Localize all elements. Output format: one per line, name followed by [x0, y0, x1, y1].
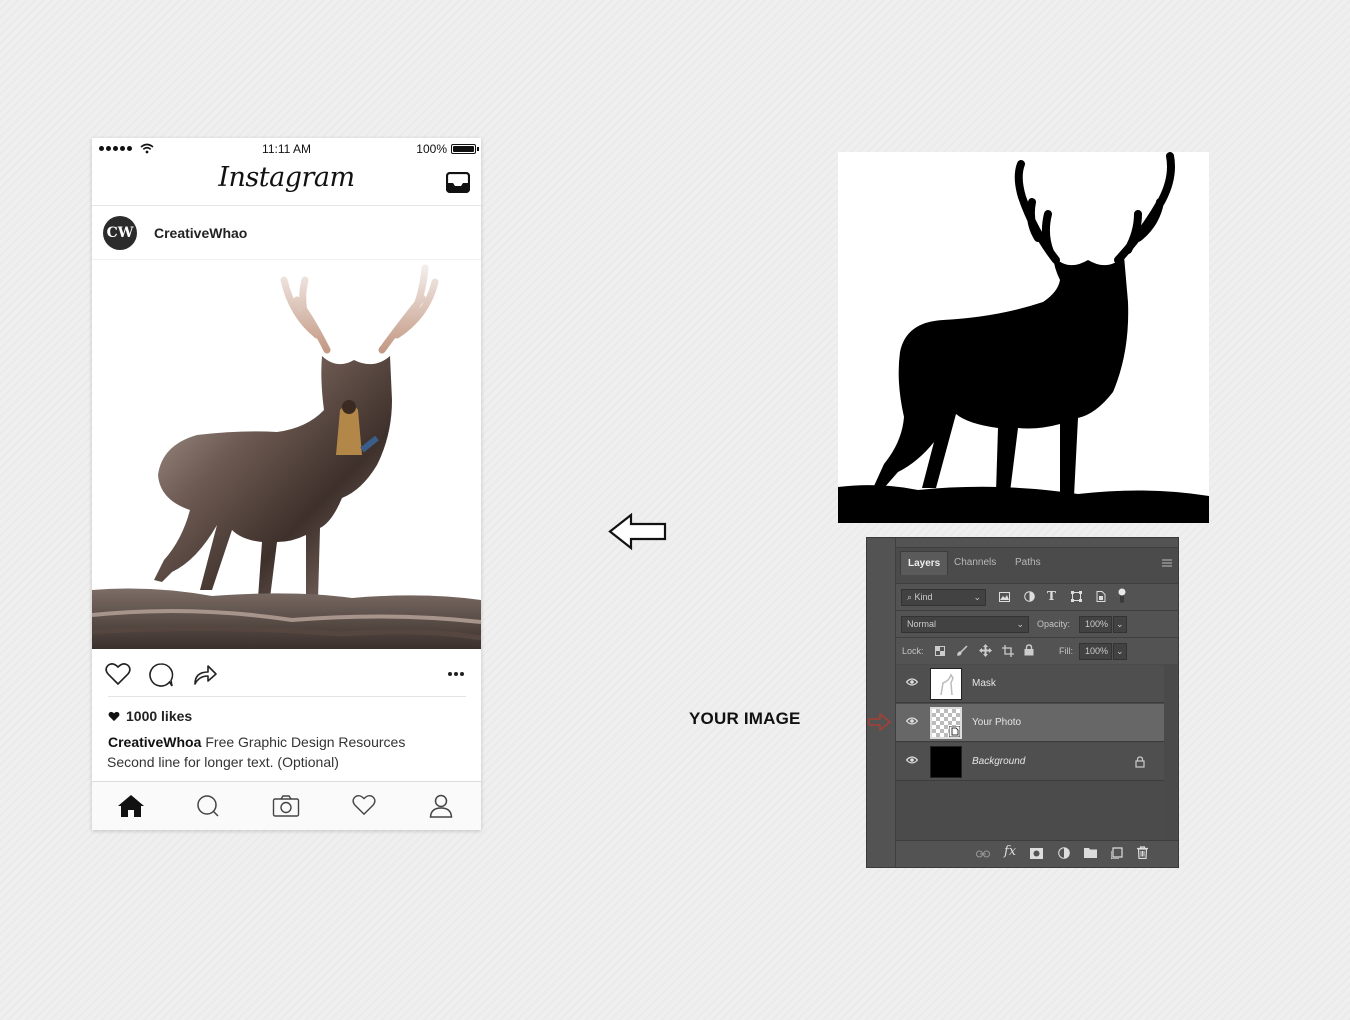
lock-label: Lock: [902, 646, 924, 656]
filter-kind-select[interactable]: ⌕ Kind ⌄ [901, 589, 986, 606]
adjustment-layer-icon[interactable] [1058, 847, 1070, 859]
panel-dock-strip [867, 538, 896, 867]
post-actions [92, 649, 481, 697]
avatar[interactable]: CW [103, 216, 137, 250]
filter-toggle-icon[interactable] [1118, 588, 1126, 604]
new-layer-icon[interactable] [1111, 847, 1123, 859]
layer-row-background[interactable]: Background [896, 743, 1164, 781]
filter-row: ⌕ Kind ⌄ T [896, 583, 1178, 610]
panel-menu-icon[interactable] [1162, 559, 1172, 567]
blend-row: Normal ⌄ Opacity: 100% ⌄ [896, 610, 1178, 637]
smart-object-filter-icon[interactable] [1095, 591, 1106, 602]
layers-panel: Layers Channels Paths ⌕ Kind ⌄ T Normal … [866, 537, 1179, 868]
comment-icon[interactable] [148, 662, 174, 688]
your-image-label: YOUR IMAGE [689, 709, 801, 728]
fill-dropdown-icon[interactable]: ⌄ [1113, 643, 1127, 660]
blend-mode-select[interactable]: Normal ⌄ [901, 616, 1029, 633]
panel-tabs: Layers Channels Paths [896, 551, 1178, 575]
caption: CreativeWhoa Free Graphic Design Resource… [108, 734, 405, 750]
filter-kind-value: Kind [914, 592, 933, 602]
mask-thumbnail [930, 668, 962, 700]
app-header: Instagram [92, 160, 481, 206]
adjustment-filter-icon[interactable] [1024, 591, 1035, 602]
camera-icon[interactable] [272, 794, 300, 818]
opacity-label: Opacity: [1037, 619, 1071, 629]
post-divider [108, 696, 466, 697]
likes-count[interactable]: 1000 likes [108, 708, 192, 724]
fx-icon[interactable]: fx [1004, 844, 1016, 859]
eye-icon[interactable] [906, 756, 918, 764]
lock-artboard-icon[interactable] [1002, 645, 1014, 657]
search-icon[interactable] [196, 794, 220, 818]
background-thumbnail [930, 746, 962, 778]
panel-footer: fx [896, 840, 1178, 867]
fill-input[interactable]: 100% [1079, 643, 1112, 660]
layer-name-your-photo: Your Photo [972, 717, 1022, 728]
home-icon[interactable] [117, 794, 145, 818]
photo-thumbnail [930, 707, 962, 739]
search-icon: ⌕ [907, 592, 915, 602]
blend-mode-value: Normal [907, 619, 937, 629]
fill-label: Fill: [1059, 646, 1073, 656]
opacity-dropdown-icon[interactable]: ⌄ [1113, 616, 1127, 633]
status-bar: 11:11 AM 100% [92, 138, 481, 160]
tab-paths[interactable]: Paths [1008, 551, 1048, 575]
deer-double-exposure-image [92, 264, 481, 649]
battery-icon [451, 144, 479, 154]
likes-text: 1000 likes [126, 708, 193, 724]
activity-heart-icon[interactable] [352, 794, 376, 816]
post-image [92, 260, 481, 649]
app-logo: Instagram [218, 162, 355, 193]
add-mask-icon[interactable] [1030, 848, 1043, 859]
deer-silhouette-image [838, 152, 1209, 523]
post-header: CW CreativeWhao [92, 206, 481, 260]
pointer-arrow-icon [868, 713, 891, 731]
link-icon[interactable] [976, 850, 990, 858]
folder-icon[interactable] [1084, 847, 1097, 858]
battery-percent: 100% [416, 142, 447, 156]
tab-layers[interactable]: Layers [900, 551, 949, 575]
eye-icon[interactable] [906, 678, 918, 686]
lock-icon [1135, 756, 1145, 768]
panel-title-bar [896, 538, 1178, 548]
caption-username[interactable]: CreativeWhoa [108, 734, 201, 750]
layer-row-mask[interactable]: Mask [896, 665, 1164, 703]
caption-second-line: Second line for longer text. (Optional) [107, 754, 339, 770]
likes-heart-icon [108, 711, 120, 721]
lock-row: Lock: Fill: 100% ⌄ [896, 637, 1178, 664]
post-username[interactable]: CreativeWhao [154, 225, 247, 241]
phone-mockup: 11:11 AM 100% Instagram CW CreativeWhao [92, 138, 481, 830]
eye-icon[interactable] [906, 717, 918, 725]
chevron-down-icon: ⌄ [1016, 619, 1024, 629]
lock-all-icon[interactable] [1024, 644, 1034, 656]
arrow-left-icon [608, 512, 667, 551]
inbox-icon[interactable] [446, 172, 470, 193]
deer-silhouette-preview [838, 152, 1209, 523]
share-icon[interactable] [192, 662, 218, 686]
more-icon[interactable] [447, 671, 465, 677]
layer-name-mask: Mask [972, 678, 996, 689]
caption-text: Free Graphic Design Resources [205, 734, 406, 750]
smart-object-icon [949, 726, 960, 737]
lock-transparent-icon[interactable] [935, 646, 945, 656]
tab-channels[interactable]: Channels [947, 551, 1003, 575]
tab-bar [92, 781, 481, 830]
trash-icon[interactable] [1137, 846, 1148, 859]
pixel-filter-icon[interactable] [999, 592, 1010, 602]
chevron-down-icon: ⌄ [973, 592, 981, 602]
layer-name-background: Background [972, 756, 1026, 767]
layers-scrollbar[interactable] [1164, 664, 1176, 844]
layer-row-your-photo[interactable]: Your Photo [896, 704, 1164, 742]
shape-filter-icon[interactable] [1071, 591, 1082, 602]
type-filter-icon[interactable]: T [1047, 589, 1056, 603]
profile-icon[interactable] [429, 794, 453, 818]
lock-brush-icon[interactable] [957, 645, 968, 656]
opacity-input[interactable]: 100% [1079, 616, 1112, 633]
lock-move-icon[interactable] [979, 644, 992, 657]
heart-icon[interactable] [105, 662, 131, 686]
